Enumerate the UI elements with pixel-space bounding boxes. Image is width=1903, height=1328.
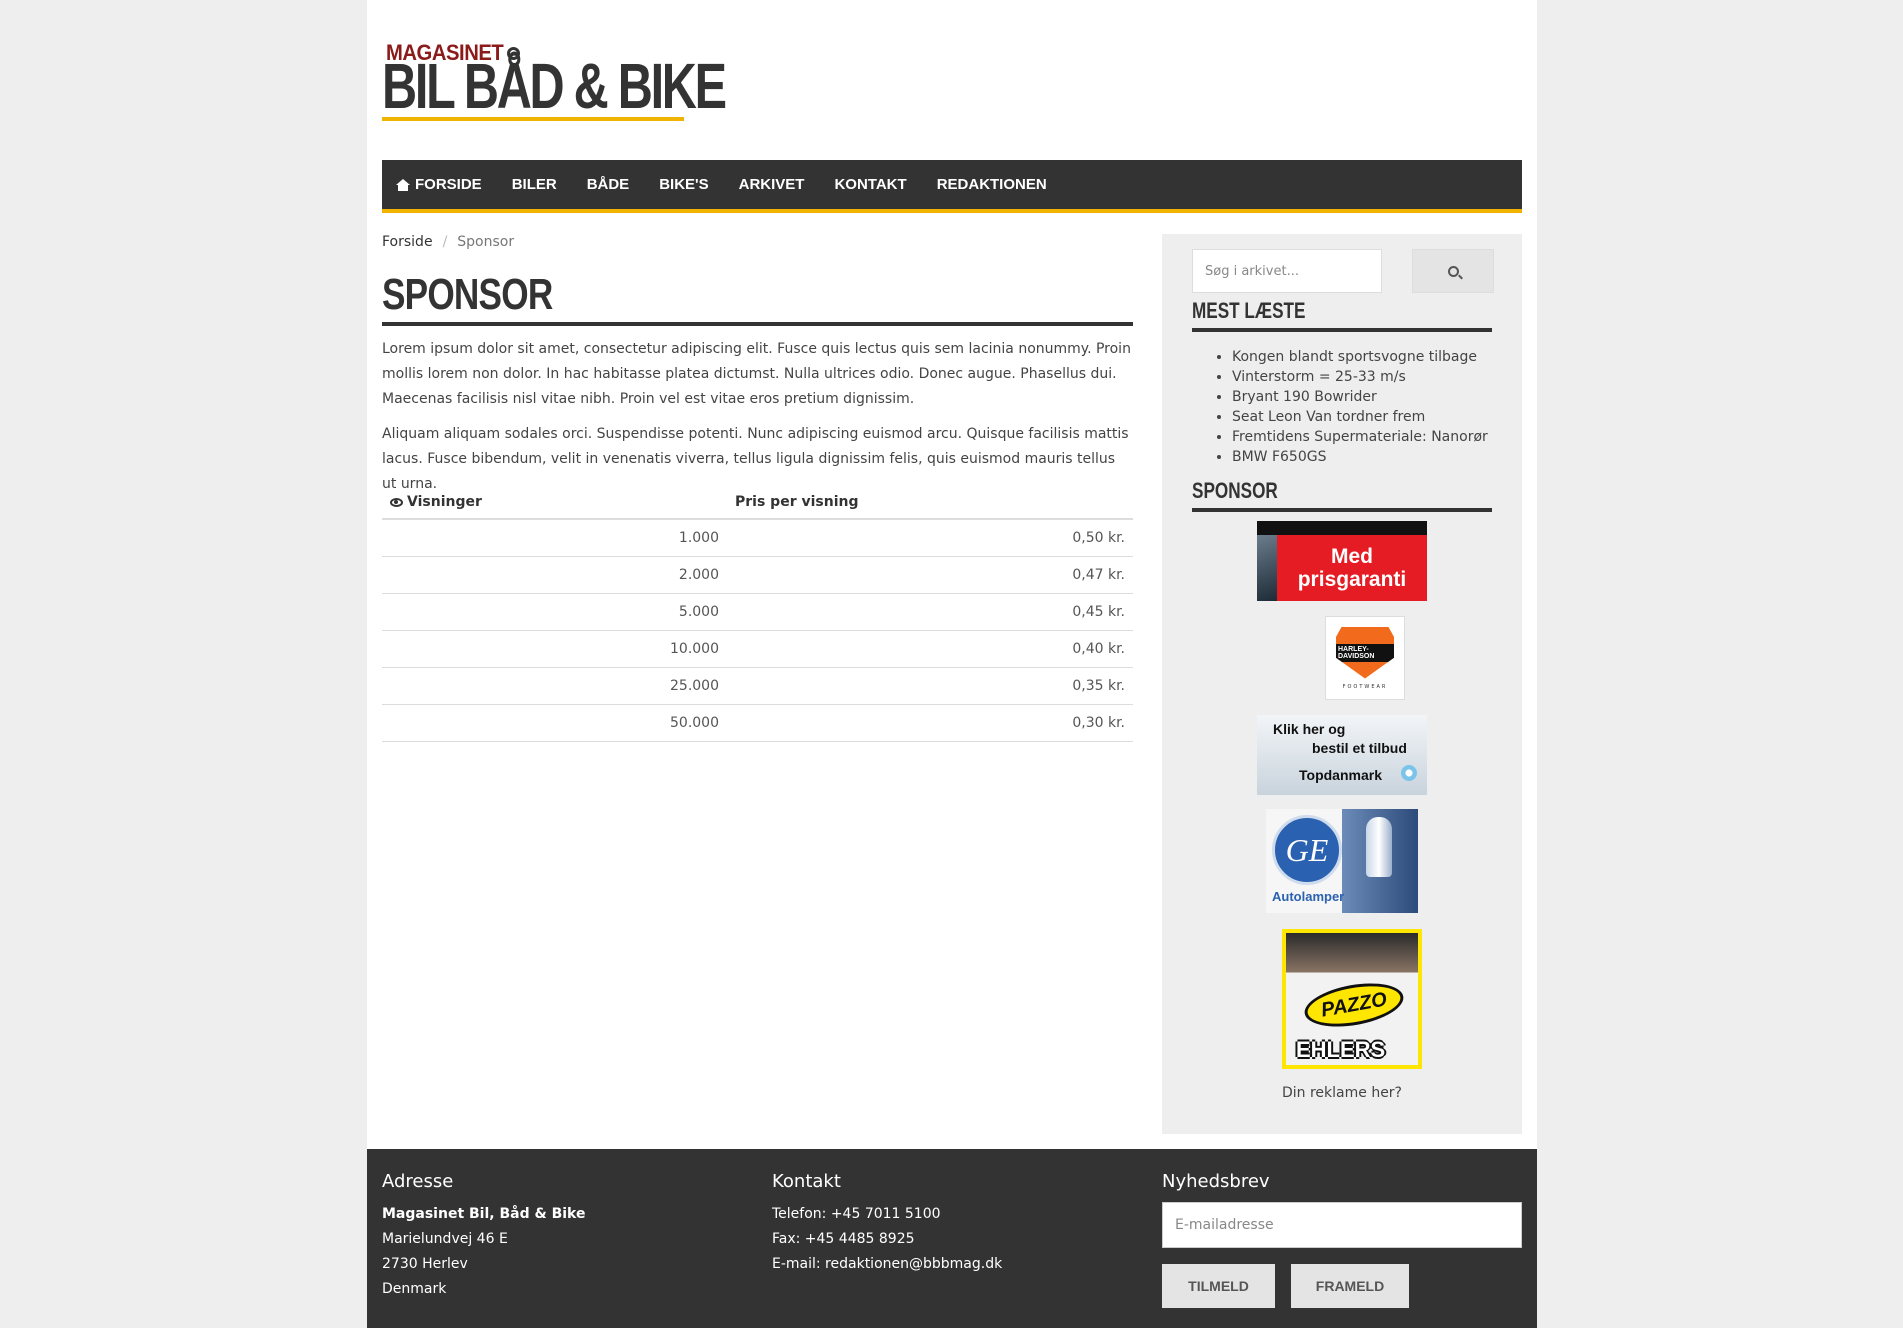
table-cell-views: 1.000	[382, 519, 727, 557]
phone: Telefon: +45 7011 5100	[772, 1206, 941, 1222]
company-name: Magasinet Bil, Båd & Bike	[382, 1206, 586, 1222]
page-title: SPONSOR	[382, 270, 1133, 326]
table-cell-price: 0,50 kr.	[727, 519, 1133, 557]
page-container: MAGASINET BIL BÅD & BIKE FORSIDE BILER B…	[367, 0, 1537, 1328]
ad-line-2: bestil et tilbud	[1312, 740, 1407, 756]
email-link[interactable]: E-mail: redaktionen@bbbmag.dk	[772, 1252, 1002, 1277]
most-read-heading: MEST LÆSTE	[1192, 296, 1492, 332]
breadcrumb: Forside / Sponsor	[382, 234, 514, 250]
fax: Fax: +45 4485 8925	[772, 1231, 915, 1247]
table-cell-price: 0,45 kr.	[727, 593, 1133, 631]
most-read-item[interactable]: Vinterstorm = 25-33 m/s	[1232, 367, 1488, 387]
flower-icon	[1401, 765, 1417, 781]
sponsor-ad-ge-autolamper[interactable]: GE Autolamper	[1266, 809, 1418, 913]
footer-heading: Nyhedsbrev	[1162, 1171, 1270, 1192]
sponsor-heading-text: SPONSOR	[1192, 478, 1278, 503]
city: 2730 Herlev	[382, 1256, 468, 1272]
ge-logo: GE	[1272, 815, 1342, 885]
nav-item-redaktionen[interactable]: REDAKTIONEN	[937, 176, 1047, 193]
breadcrumb-separator: /	[442, 234, 448, 250]
footer-heading: Adresse	[382, 1171, 454, 1192]
table-cell-price: 0,47 kr.	[727, 556, 1133, 594]
ad-text: Autolamper	[1272, 889, 1345, 904]
archive-search-input[interactable]: Søg i arkivet...	[1192, 249, 1382, 293]
table-cell-views: 10.000	[382, 630, 727, 668]
table-row: 5.000 0,45 kr.	[382, 593, 1133, 631]
most-read-item[interactable]: BMW F650GS	[1232, 447, 1488, 467]
column-header-visninger: Visninger	[382, 486, 727, 520]
column-header-pris: Pris per visning	[727, 486, 1133, 520]
sponsor-ad-pazzo-ehlers[interactable]: PAZZO EHLERS PM	[1282, 929, 1422, 1069]
most-read-item[interactable]: Kongen blandt sportsvogne tilbage	[1232, 347, 1488, 367]
country: Denmark	[382, 1281, 447, 1297]
ad-brand: Topdanmark	[1299, 767, 1382, 783]
table-cell-views: 5.000	[382, 593, 727, 631]
sponsor-ad-harley-davidson[interactable]: HARLEY-DAVIDSON FOOTWEAR	[1325, 616, 1405, 700]
most-read-item[interactable]: Seat Leon Van tordner frem	[1232, 407, 1488, 427]
ad-text: EHLERS PM	[1296, 1037, 1386, 1065]
subscribe-button[interactable]: TILMELD	[1162, 1264, 1275, 1308]
eye-icon	[390, 497, 403, 507]
pazzo-logo: PAZZO	[1301, 976, 1407, 1034]
table-row: 10.000 0,40 kr.	[382, 630, 1133, 668]
nav-item-bikes[interactable]: BIKE'S	[659, 176, 708, 193]
main-navbar: FORSIDE BILER BÅDE BIKE'S ARKIVET KONTAK…	[382, 160, 1522, 213]
page-title-text: SPONSOR	[382, 270, 553, 319]
search-button[interactable]	[1412, 249, 1494, 293]
nav-item-arkivet[interactable]: ARKIVET	[739, 176, 805, 193]
footer: Adresse Magasinet Bil, Båd & Bike Mariel…	[367, 1149, 1537, 1328]
footer-address: Adresse Magasinet Bil, Båd & Bike Mariel…	[382, 1171, 585, 1302]
table-cell-price: 0,40 kr.	[727, 630, 1133, 668]
most-read-list: Kongen blandt sportsvogne tilbage Vinter…	[1232, 347, 1488, 467]
nav-item-baade[interactable]: BÅDE	[587, 176, 630, 193]
sponsor-ad-prisgaranti[interactable]: Med prisgaranti	[1257, 521, 1427, 601]
table-row: 2.000 0,47 kr.	[382, 556, 1133, 594]
boat-image	[1257, 535, 1279, 601]
nav-item-kontakt[interactable]: KONTAKT	[834, 176, 906, 193]
search-icon	[1447, 265, 1459, 277]
most-read-heading-text: MEST LÆSTE	[1192, 298, 1306, 323]
ad-caption-link[interactable]: Din reklame her?	[1162, 1085, 1522, 1101]
newsletter-buttons: TILMELD FRAMELD	[1162, 1264, 1522, 1308]
logo-underline	[382, 117, 684, 121]
sidebar: Søg i arkivet... MEST LÆSTE Kongen bland…	[1162, 234, 1522, 1134]
unsubscribe-button[interactable]: FRAMELD	[1291, 1264, 1409, 1308]
intro-paragraph-1: Lorem ipsum dolor sit amet, consectetur …	[382, 341, 1131, 407]
nav-item-biler[interactable]: BILER	[512, 176, 557, 193]
table-cell-views: 50.000	[382, 704, 727, 742]
table-row: 1.000 0,50 kr.	[382, 519, 1133, 557]
breadcrumb-home-link[interactable]: Forside	[382, 234, 433, 250]
most-read-item[interactable]: Fremtidens Supermateriale: Nanorør	[1232, 427, 1488, 447]
breadcrumb-current: Sponsor	[457, 234, 515, 250]
table-row: 50.000 0,30 kr.	[382, 704, 1133, 742]
price-table: Visninger Pris per visning 1.000 0,50 kr…	[382, 486, 1133, 742]
table-row: 25.000 0,35 kr.	[382, 667, 1133, 705]
footer-newsletter: Nyhedsbrev E-mailadresse TILMELD FRAMELD	[1162, 1171, 1522, 1308]
nav-item-forside[interactable]: FORSIDE	[396, 176, 482, 193]
table-cell-views: 2.000	[382, 556, 727, 594]
ad-line-1: Klik her og	[1273, 721, 1346, 737]
column-header-label: Visninger	[407, 494, 482, 510]
sponsor-heading: SPONSOR	[1192, 476, 1492, 512]
harley-shield-logo: HARLEY-DAVIDSON	[1336, 626, 1394, 679]
harley-subtext: FOOTWEAR	[1342, 683, 1388, 690]
table-cell-price: 0,35 kr.	[727, 667, 1133, 705]
ad-image: PAZZO EHLERS PM	[1286, 933, 1418, 1065]
footer-contact: Kontakt Telefon: +45 7011 5100 Fax: +45 …	[772, 1171, 1002, 1277]
table-cell-views: 25.000	[382, 667, 727, 705]
bulb-image	[1366, 817, 1392, 877]
table-header-row: Visninger Pris per visning	[382, 486, 1133, 520]
logo-main-text: BIL BÅD & BIKE	[382, 50, 727, 122]
sponsor-ad-topdanmark[interactable]: Klik her og bestil et tilbud Topdanmark	[1257, 715, 1427, 795]
home-icon	[396, 178, 410, 191]
street: Marielundvej 46 E	[382, 1231, 508, 1247]
table-cell-price: 0,30 kr.	[727, 704, 1133, 742]
harley-logo-text: HARLEY-DAVIDSON	[1336, 643, 1394, 662]
ad-text: Med prisgaranti	[1277, 535, 1427, 601]
footer-heading: Kontakt	[772, 1171, 841, 1192]
newsletter-email-input[interactable]: E-mailadresse	[1162, 1202, 1522, 1248]
site-logo[interactable]: MAGASINET BIL BÅD & BIKE	[382, 40, 727, 124]
most-read-item[interactable]: Bryant 190 Bowrider	[1232, 387, 1488, 407]
nav-label: FORSIDE	[415, 176, 482, 193]
